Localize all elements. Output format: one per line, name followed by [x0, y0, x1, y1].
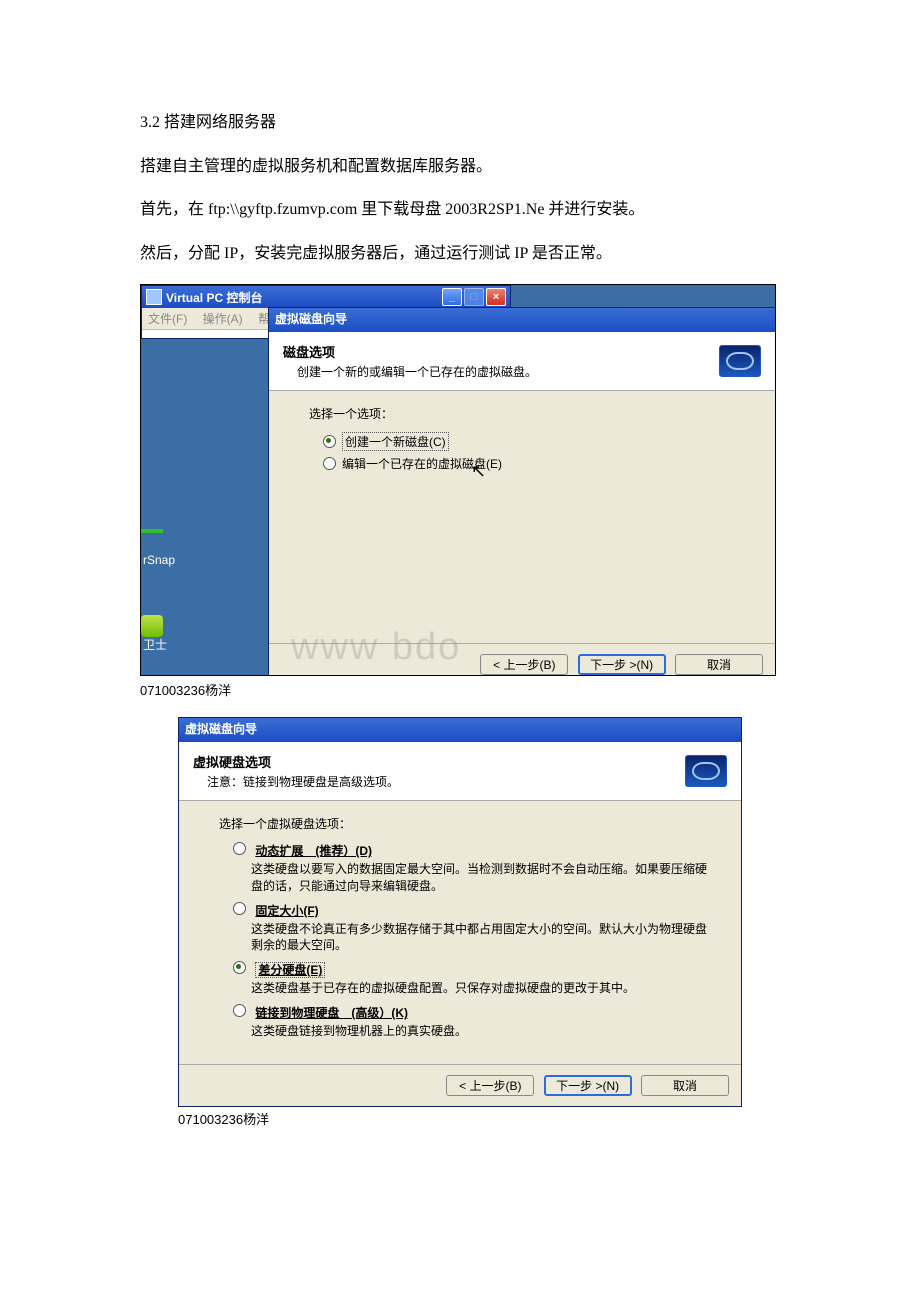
- desktop-icon-guard[interactable]: [141, 615, 163, 637]
- option-dynamic-desc: 这类硬盘以要写入的数据固定最大空间。当检测到数据时不会自动压缩。如果要压缩硬盘的…: [251, 861, 711, 893]
- option-differencing-desc: 这类硬盘基于已存在的虚拟硬盘配置。只保存对虚拟硬盘的更改于其中。: [251, 980, 711, 996]
- maximize-button[interactable]: □: [464, 288, 484, 306]
- menu-file[interactable]: 文件(F): [148, 312, 187, 326]
- wizard-header: 磁盘选项 创建一个新的或编辑一个已存在的虚拟磁盘。: [269, 332, 775, 391]
- option-dynamic-label: 动态扩展 (推荐）(D): [255, 844, 372, 858]
- option-link-physical[interactable]: 链接到物理硬盘 (高级）(K) 这类硬盘链接到物理机器上的真实硬盘。: [233, 1004, 711, 1039]
- wizard2-titlebar[interactable]: 虚拟磁盘向导: [179, 718, 741, 742]
- cursor-icon: ↖: [471, 461, 486, 482]
- back-button[interactable]: < 上一步(B): [446, 1075, 534, 1096]
- wizard2-header: 虚拟硬盘选项 注意：链接到物理硬盘是高级选项。: [179, 742, 741, 801]
- screenshot1-caption: 071003236杨洋: [140, 680, 860, 699]
- option-dynamic[interactable]: 动态扩展 (推荐）(D) 这类硬盘以要写入的数据固定最大空间。当检测到数据时不会…: [233, 842, 711, 893]
- screenshot2-caption: 071003236杨洋: [178, 1109, 860, 1128]
- option-differencing-label: 差分硬盘(E): [255, 962, 325, 978]
- minimize-button[interactable]: _: [442, 288, 462, 306]
- disk-icon: [719, 345, 761, 377]
- radio-icon[interactable]: [233, 1004, 246, 1017]
- wizard2-prompt: 选择一个虚拟硬盘选项：: [219, 815, 711, 832]
- console-title: Virtual PC 控制台: [166, 289, 262, 306]
- taskbar-selection: [141, 529, 163, 533]
- option-create-label: 创建一个新磁盘(C): [342, 432, 449, 451]
- option-fixed-label: 固定大小(F): [255, 904, 318, 918]
- desktop-icon-snap-label: rSnap: [143, 553, 175, 567]
- back-button[interactable]: < 上一步(B): [480, 654, 568, 675]
- option-link-physical-desc: 这类硬盘链接到物理机器上的真实硬盘。: [251, 1023, 711, 1039]
- paragraph-1: 搭建自主管理的虚拟服务机和配置数据库服务器。: [140, 154, 860, 180]
- virtual-disk-wizard-window: 虚拟磁盘向导 磁盘选项 创建一个新的或编辑一个已存在的虚拟磁盘。 选择一个选项：…: [268, 307, 776, 675]
- radio-icon[interactable]: [323, 457, 336, 470]
- paragraph-3: 然后，分配 IP，安装完虚拟服务器后，通过运行测试 IP 是否正常。: [140, 241, 860, 267]
- virtual-disk-wizard-step2: 虚拟磁盘向导 虚拟硬盘选项 注意：链接到物理硬盘是高级选项。 选择一个虚拟硬盘选…: [178, 717, 742, 1106]
- option-fixed-desc: 这类硬盘不论真正有多少数据存储于其中都占用固定大小的空间。默认大小为物理硬盘剩余…: [251, 921, 711, 953]
- section-heading: 3.2 搭建网络服务器: [140, 110, 860, 136]
- option-fixed[interactable]: 固定大小(F) 这类硬盘不论真正有多少数据存储于其中都占用固定大小的空间。默认大…: [233, 902, 711, 953]
- wizard2-body: 选择一个虚拟硬盘选项： 动态扩展 (推荐）(D) 这类硬盘以要写入的数据固定最大…: [179, 801, 741, 1063]
- wizard-titlebar[interactable]: 虚拟磁盘向导: [269, 308, 775, 332]
- option-create-new-disk[interactable]: 创建一个新磁盘(C): [323, 432, 745, 451]
- option-edit-existing-disk[interactable]: 编辑一个已存在的虚拟磁盘(E): [323, 455, 745, 472]
- radio-icon[interactable]: [233, 961, 246, 974]
- next-button[interactable]: 下一步 >(N): [578, 654, 666, 675]
- screenshot-vpc-desktop: rSnap 卫士 Virtual PC 控制台 _ □ × 文件(F) 操作(A…: [140, 284, 776, 676]
- wizard2-header-sub: 注意：链接到物理硬盘是高级选项。: [207, 773, 399, 790]
- menu-action[interactable]: 操作(A): [203, 312, 243, 326]
- wizard-buttons: < 上一步(B) 下一步 >(N) 取消: [269, 643, 775, 676]
- radio-icon[interactable]: [233, 842, 246, 855]
- wizard-body: 选择一个选项： 创建一个新磁盘(C) 编辑一个已存在的虚拟磁盘(E): [269, 391, 775, 643]
- radio-icon[interactable]: [323, 435, 336, 448]
- wizard-prompt: 选择一个选项：: [309, 405, 745, 422]
- next-button[interactable]: 下一步 >(N): [544, 1075, 632, 1096]
- wizard-header-title: 磁盘选项: [283, 345, 335, 360]
- wizard-header-sub: 创建一个新的或编辑一个已存在的虚拟磁盘。: [297, 363, 537, 380]
- wizard2-buttons: < 上一步(B) 下一步 >(N) 取消: [179, 1064, 741, 1106]
- close-button[interactable]: ×: [486, 288, 506, 306]
- cancel-button[interactable]: 取消: [675, 654, 763, 675]
- option-differencing[interactable]: 差分硬盘(E) 这类硬盘基于已存在的虚拟硬盘配置。只保存对虚拟硬盘的更改于其中。: [233, 961, 711, 996]
- option-link-physical-label: 链接到物理硬盘 (高级）(K): [255, 1006, 408, 1020]
- wizard2-header-title: 虚拟硬盘选项: [193, 755, 271, 770]
- radio-icon[interactable]: [233, 902, 246, 915]
- app-icon: [146, 289, 162, 305]
- desktop-icon-guard-label: 卫士: [143, 636, 167, 653]
- disk-icon: [685, 755, 727, 787]
- paragraph-2: 首先，在 ftp:\\gyftp.fzumvp.com 里下载母盘 2003R2…: [140, 197, 860, 223]
- cancel-button[interactable]: 取消: [641, 1075, 729, 1096]
- console-titlebar[interactable]: Virtual PC 控制台 _ □ ×: [142, 286, 510, 308]
